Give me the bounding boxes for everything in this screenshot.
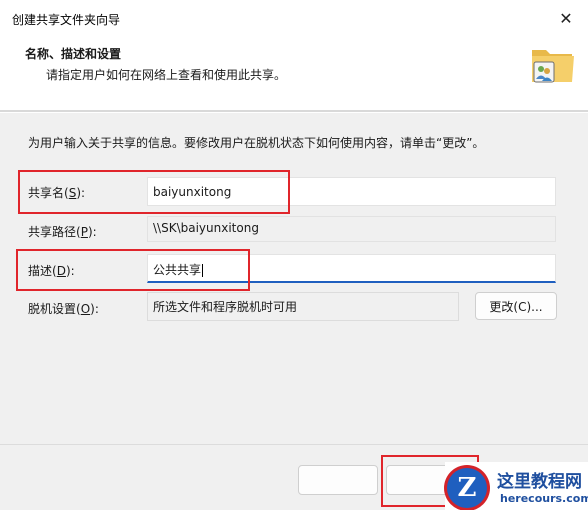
share-name-input[interactable] <box>147 177 556 206</box>
text-caret <box>202 264 204 277</box>
change-button[interactable]: 更改(C)... <box>475 292 557 320</box>
close-button[interactable]: ✕ <box>546 2 586 34</box>
share-path-label: 共享路径(P): <box>28 225 97 239</box>
watermark-url: herecours.com <box>500 492 588 505</box>
site-watermark: Z 这里教程网 herecours.com <box>445 462 588 510</box>
intro-text: 为用户输入关于共享的信息。要修改用户在脱机状态下如何使用内容，请单击“更改”。 <box>28 136 485 150</box>
step-subtitle: 请指定用户如何在网络上查看和使用此共享。 <box>46 68 287 82</box>
window-title: 创建共享文件夹向导 <box>12 13 121 27</box>
offline-settings-value: 所选文件和程序脱机时可用 <box>147 292 459 321</box>
step-title: 名称、描述和设置 <box>25 47 122 61</box>
close-icon: ✕ <box>559 8 573 28</box>
share-path-value: \\SK\baiyunxitong <box>147 216 556 242</box>
title-bar: 创建共享文件夹向导 ✕ <box>0 0 588 38</box>
shared-folder-icon <box>532 50 574 83</box>
back-button[interactable] <box>298 465 378 495</box>
description-label: 描述(D): <box>28 264 75 278</box>
wizard-header: 名称、描述和设置 请指定用户如何在网络上查看和使用此共享。 <box>0 38 588 110</box>
watermark-logo-icon: Z <box>447 468 487 508</box>
watermark-title: 这里教程网 <box>497 472 582 492</box>
description-input[interactable]: 公共共享 <box>147 254 556 283</box>
offline-settings-label: 脱机设置(O): <box>28 302 99 316</box>
share-name-label: 共享名(S): <box>28 186 86 200</box>
